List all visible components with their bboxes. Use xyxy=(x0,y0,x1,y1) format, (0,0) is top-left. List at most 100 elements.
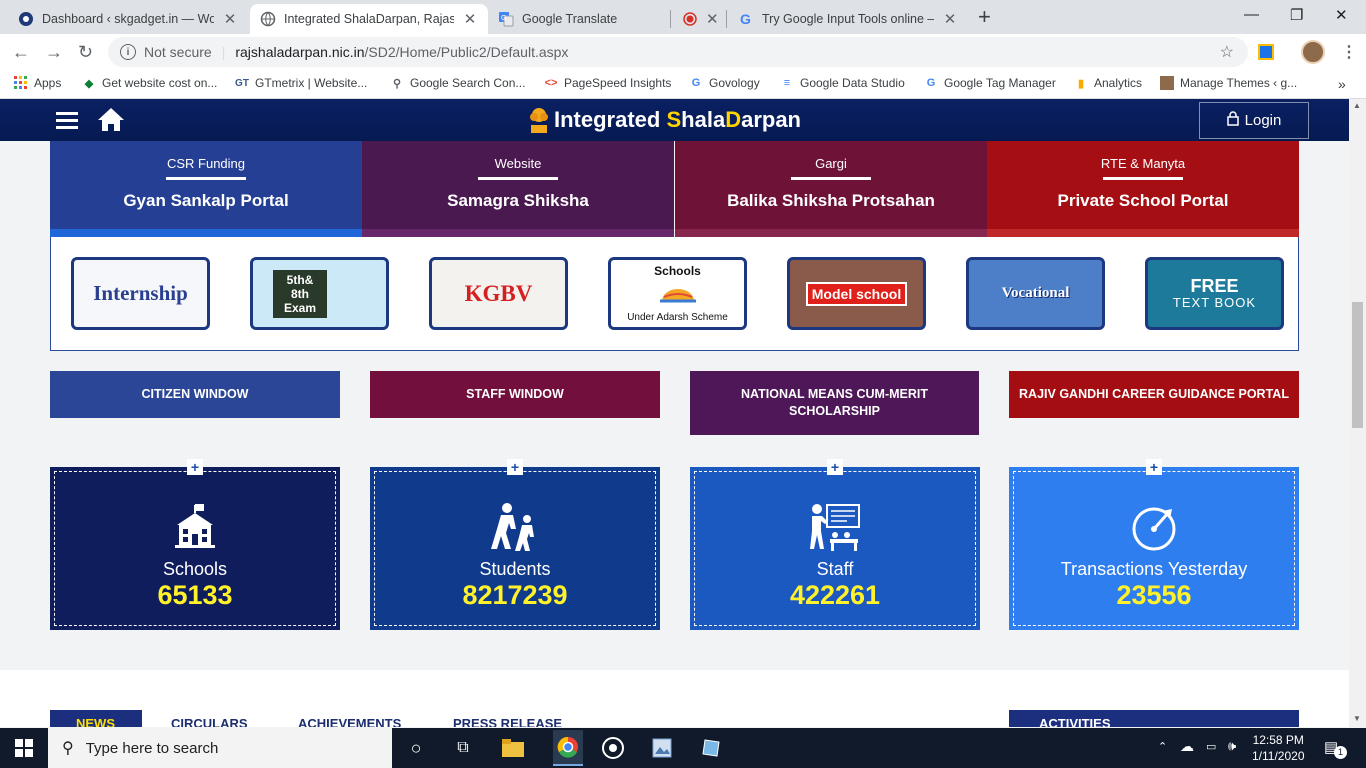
bookmark-analytics[interactable]: ▮ Analytics xyxy=(1074,76,1142,90)
tile-vocational[interactable]: Vocational xyxy=(966,257,1105,330)
pagespeed-icon: <> xyxy=(544,77,558,89)
chrome-icon[interactable] xyxy=(553,730,583,766)
portal-samagra-shiksha[interactable]: Website Samagra Shiksha xyxy=(362,141,674,237)
tab-press-release[interactable]: PRESS RELEASE xyxy=(453,716,562,727)
bookmark-gtmetrix[interactable]: GT GTmetrix | Website... xyxy=(235,76,367,90)
portal-private-school[interactable]: RTE & Manyta Private School Portal xyxy=(987,141,1299,237)
tile-kgbv[interactable]: KGBV xyxy=(429,257,568,330)
nmms-scholarship-button[interactable]: NATIONAL MEANS CUM-MERIT SCHOLARSHIP xyxy=(690,371,979,435)
onedrive-icon[interactable]: ☁ xyxy=(1180,738,1194,755)
browser-tab-bar: Dashboard ‹ skgadget.in — Wor ✕ Integrat… xyxy=(0,0,1366,34)
taskbar-search-input[interactable]: ⚲ Type here to search xyxy=(48,728,392,768)
bookmark-pagespeed[interactable]: <> PageSpeed Insights xyxy=(544,76,672,90)
avatar[interactable] xyxy=(1301,40,1325,64)
stat-transactions[interactable]: + Transactions Yesterday 23556 xyxy=(1009,459,1299,630)
image-viewer-icon[interactable] xyxy=(650,736,674,760)
bookmark-manage-themes[interactable]: Manage Themes ‹ g... xyxy=(1160,76,1297,90)
tab-shaladarpan[interactable]: Integrated ShalaDarpan, Rajastha ✕ xyxy=(250,4,488,34)
scroll-up-icon[interactable]: ▲ xyxy=(1353,101,1361,110)
tile-adarsh-schools[interactable]: Schools Under Adarsh Scheme xyxy=(608,257,747,330)
hamburger-menu-icon[interactable] xyxy=(56,112,78,129)
close-icon[interactable]: ✕ xyxy=(942,10,958,28)
maximize-button[interactable]: ❐ xyxy=(1290,6,1303,24)
task-view-icon[interactable]: ⧉ xyxy=(451,736,475,760)
stat-students[interactable]: + Students 8217239 xyxy=(370,459,660,630)
address-bar[interactable]: i Not secure | rajshaladarpan.nic.in/SD2… xyxy=(108,37,1248,67)
career-guidance-portal-button[interactable]: RAJIV GANDHI CAREER GUIDANCE PORTAL xyxy=(1009,371,1299,418)
plus-icon[interactable]: + xyxy=(1146,459,1162,475)
tile-free-textbook[interactable]: FREE TEXT BOOK xyxy=(1145,257,1284,330)
globe-icon xyxy=(260,11,276,27)
portal-balika-shiksha[interactable]: Gargi Balika Shiksha Protsahan xyxy=(675,141,987,237)
tab-recording[interactable]: ✕ xyxy=(672,4,726,34)
tab-circulars[interactable]: CIRCULARS xyxy=(171,716,248,727)
tab-google-translate[interactable]: G Google Translate xyxy=(488,4,670,34)
bookmark-apps[interactable]: Apps xyxy=(14,76,61,90)
plus-icon[interactable]: + xyxy=(187,459,203,475)
volume-icon[interactable]: 🕪 xyxy=(1228,738,1236,754)
plus-icon[interactable]: + xyxy=(827,459,843,475)
bookmark-data-studio[interactable]: ≡ Google Data Studio xyxy=(780,76,905,90)
info-icon[interactable]: i xyxy=(120,44,136,60)
staff-window-button[interactable]: STAFF WINDOW xyxy=(370,371,660,418)
file-explorer-icon[interactable] xyxy=(501,736,525,760)
notepad-icon[interactable] xyxy=(699,736,723,760)
window-close-button[interactable]: ✕ xyxy=(1335,6,1348,24)
bookmark-star-icon[interactable]: ☆ xyxy=(1220,42,1234,62)
close-icon[interactable]: ✕ xyxy=(706,10,719,28)
tab-achievements[interactable]: ACHIEVEMENTS xyxy=(298,716,401,727)
tile-internship[interactable]: Internship xyxy=(71,257,210,330)
notification-center-icon[interactable]: ▤ 1 xyxy=(1324,738,1347,759)
google-icon: G xyxy=(926,77,936,89)
tab-title: Try Google Input Tools online – G xyxy=(762,12,934,26)
tab-title: Dashboard ‹ skgadget.in — Wor xyxy=(42,12,214,26)
stat-schools[interactable]: + Schools 65133 xyxy=(50,459,340,630)
home-icon[interactable] xyxy=(97,106,125,132)
cortana-icon[interactable]: ○ xyxy=(404,736,428,760)
security-status: Not secure xyxy=(144,44,212,60)
bookmark-website-cost[interactable]: ◆ Get website cost on... xyxy=(82,76,218,90)
menu-kebab-icon[interactable]: ⋮ xyxy=(1341,42,1357,62)
tab-dashboard[interactable]: Dashboard ‹ skgadget.in — Wor ✕ xyxy=(8,4,248,34)
taskbar-clock[interactable]: 12:58 PM 1/11/2020 xyxy=(1252,732,1305,764)
forward-button[interactable]: → xyxy=(45,42,63,63)
minimize-button[interactable]: — xyxy=(1244,6,1259,23)
windows-start-icon[interactable] xyxy=(12,736,36,760)
bookmark-govology[interactable]: G Govology xyxy=(689,76,760,90)
scrollbar-thumb[interactable] xyxy=(1352,302,1363,428)
apps-grid-icon xyxy=(14,76,28,90)
tab-google-input-tools[interactable]: G Try Google Input Tools online – G ✕ xyxy=(728,4,968,34)
reload-button[interactable]: ↻ xyxy=(78,42,93,63)
scroll-down-icon[interactable]: ▼ xyxy=(1353,714,1361,723)
browser-toolbar: ← → ↻ i Not secure | rajshaladarpan.nic.… xyxy=(0,34,1366,71)
close-icon[interactable]: ✕ xyxy=(222,10,238,28)
google-icon: G xyxy=(691,77,701,89)
show-hidden-icons[interactable]: ⌃ xyxy=(1158,740,1167,753)
obs-icon[interactable] xyxy=(601,736,625,760)
back-button[interactable]: ← xyxy=(12,42,30,63)
site-header: Integrated ShalaDarpan Login xyxy=(0,99,1366,141)
stat-staff[interactable]: + Staff 422261 xyxy=(690,459,980,630)
tab-news[interactable]: NEWS xyxy=(50,710,142,727)
plus-icon[interactable]: + xyxy=(507,459,523,475)
tile-exam[interactable]: 5th& 8th Exam xyxy=(250,257,389,330)
battery-icon[interactable]: ▭ xyxy=(1206,740,1216,753)
record-icon xyxy=(682,11,698,27)
close-icon[interactable]: ✕ xyxy=(462,10,478,28)
notification-count-badge: 1 xyxy=(1334,746,1347,759)
bookmark-search-console[interactable]: ⚲ Google Search Con... xyxy=(390,76,525,90)
windows-taskbar: ⚲ Type here to search ○ ⧉ ⌃ ☁ ▭ 🕪 12:58 … xyxy=(0,728,1366,768)
school-icon xyxy=(169,501,221,553)
bookmark-tag-manager[interactable]: G Google Tag Manager xyxy=(924,76,1056,90)
site-logo[interactable]: Integrated ShalaDarpan xyxy=(528,105,801,135)
tile-model-school[interactable]: Model school xyxy=(787,257,926,330)
bookmarks-more-button[interactable]: » xyxy=(1338,76,1346,92)
activities-header: ACTIVITIES xyxy=(1009,710,1299,727)
citizen-window-button[interactable]: CITIZEN WINDOW xyxy=(50,371,340,418)
portal-gyan-sankalp[interactable]: CSR Funding Gyan Sankalp Portal xyxy=(50,141,362,237)
login-button[interactable]: Login xyxy=(1199,102,1309,139)
new-tab-button[interactable]: + xyxy=(978,6,991,28)
svg-text:G: G xyxy=(501,15,506,22)
page-scrollbar[interactable]: ▲ ▼ xyxy=(1349,99,1366,727)
extension-icon[interactable] xyxy=(1258,44,1274,60)
